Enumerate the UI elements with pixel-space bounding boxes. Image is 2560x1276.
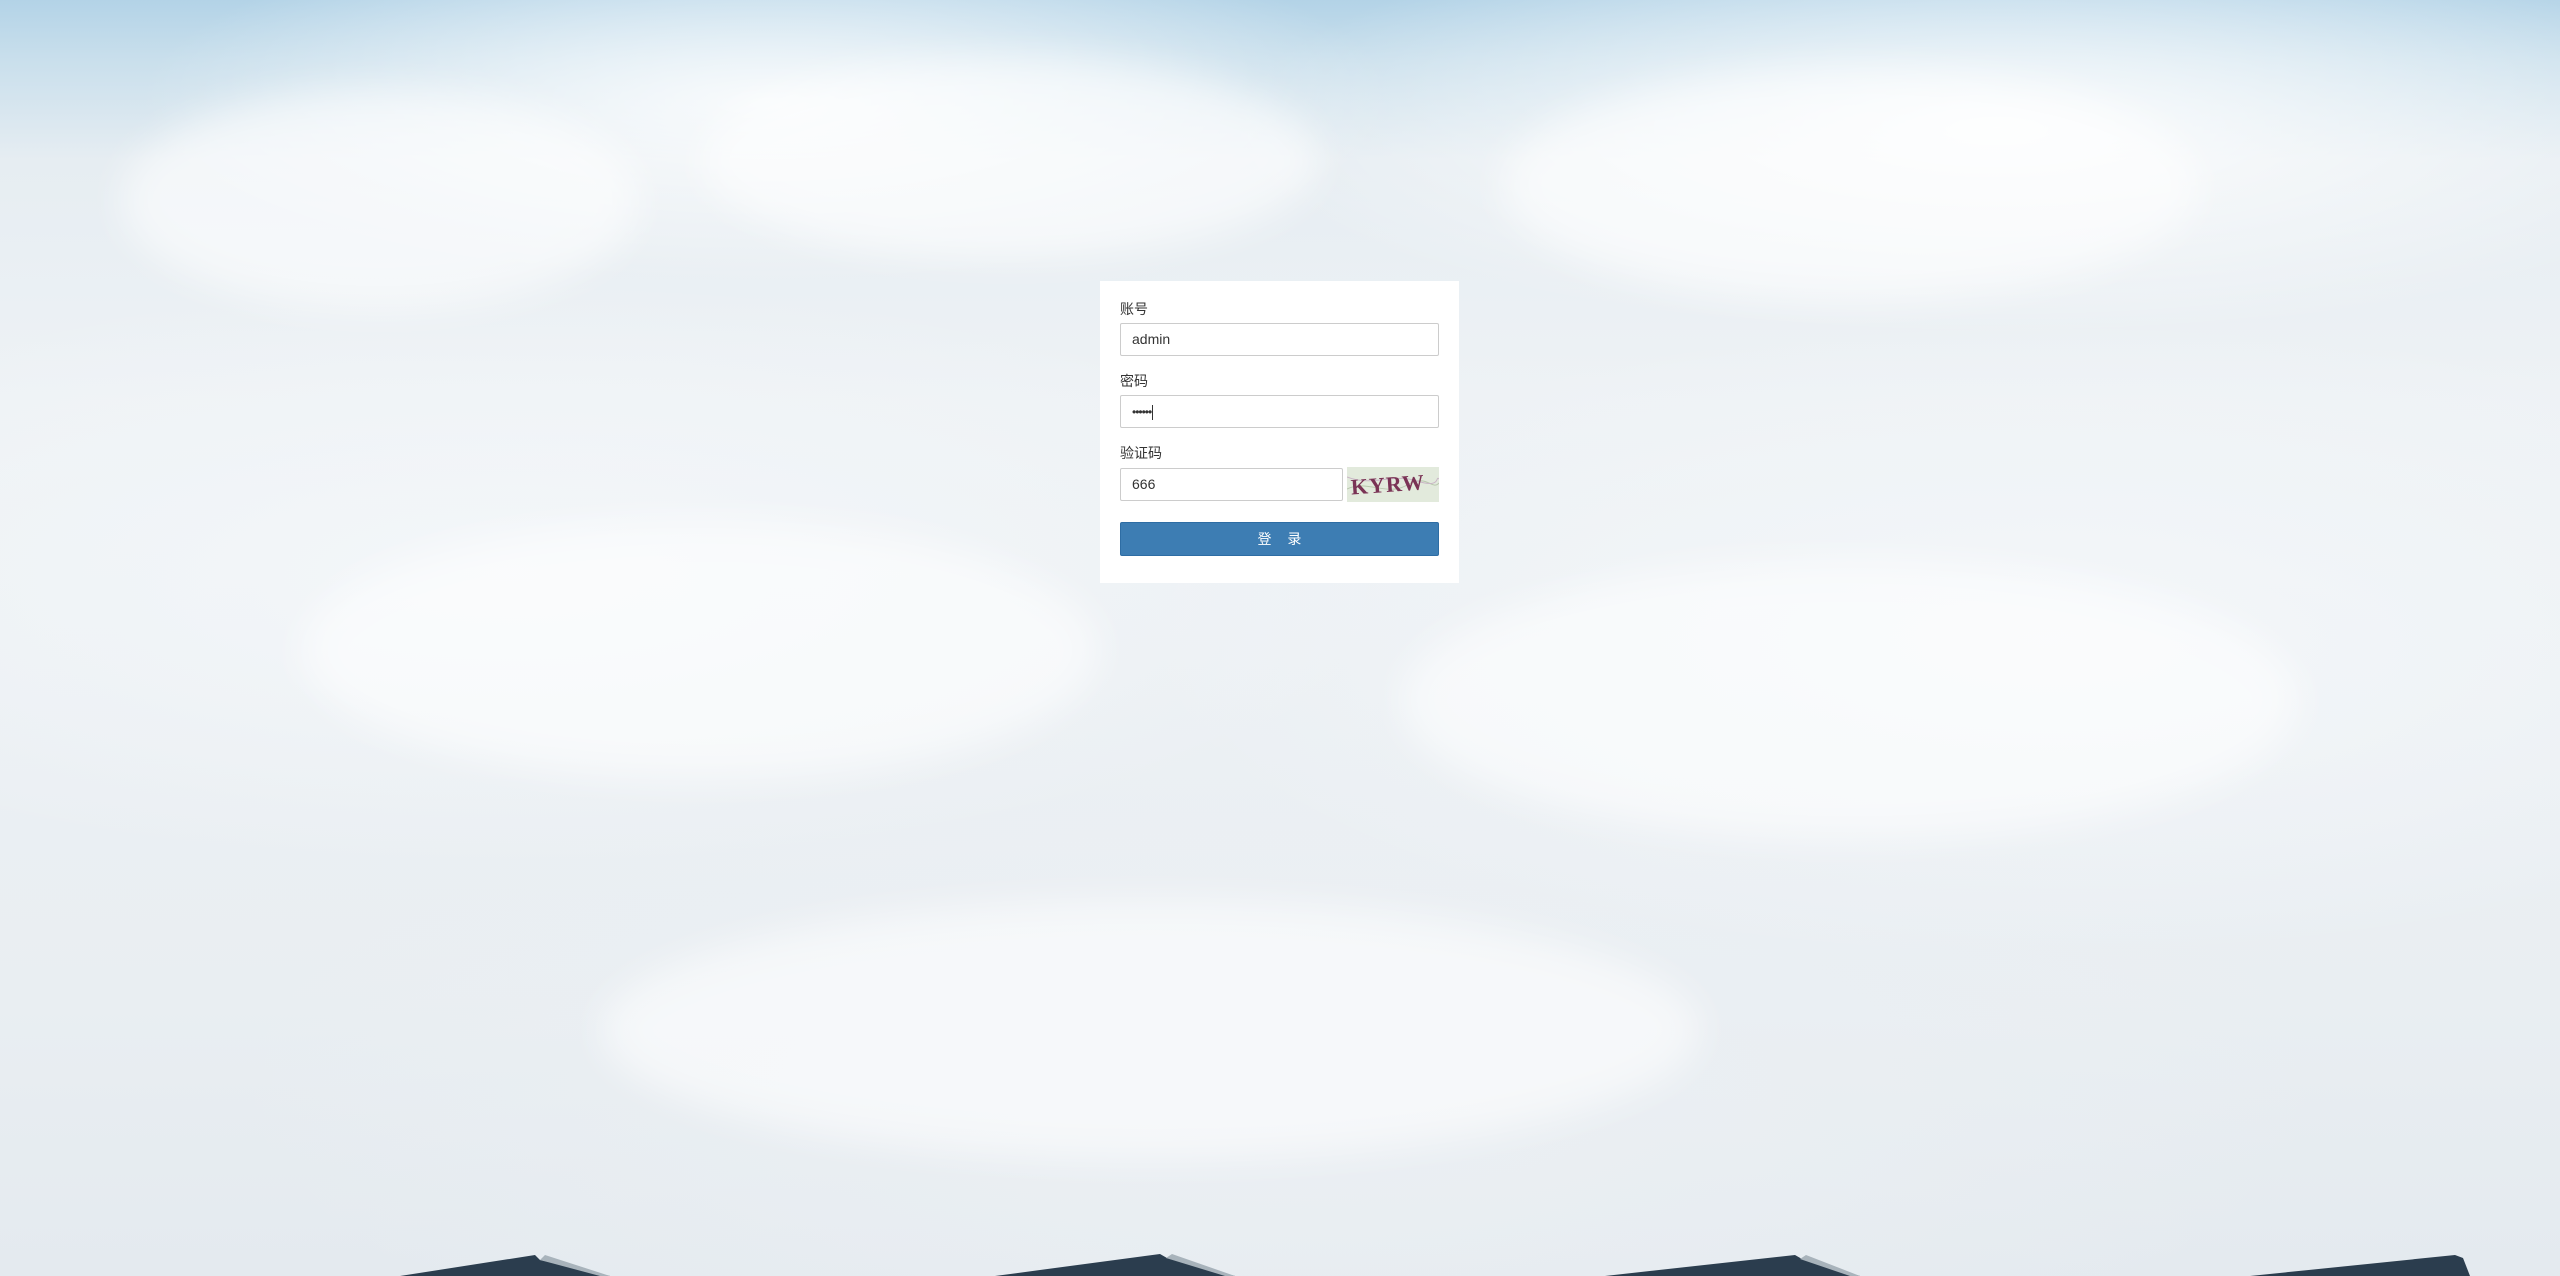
rooftops-silhouette [400, 1254, 2470, 1276]
login-card: 账号 admin 密码 •••••• 验证码 666 KYRW 登 录 [1100, 281, 1459, 583]
login-button[interactable]: 登 录 [1120, 522, 1439, 556]
cloud-background [0, 0, 2560, 1276]
password-input-value: •••••• [1132, 405, 1152, 419]
captcha-row: 666 KYRW [1120, 467, 1439, 502]
captcha-image-graphic: KYRW [1347, 467, 1439, 502]
password-input[interactable]: •••••• [1120, 395, 1439, 428]
account-label: 账号 [1120, 301, 1148, 317]
captcha-input[interactable]: 666 [1120, 468, 1343, 501]
captcha-image-text: KYRW [1350, 469, 1426, 499]
captcha-input-value: 666 [1132, 476, 1156, 492]
captcha-image[interactable]: KYRW [1347, 467, 1439, 502]
captcha-label: 验证码 [1120, 445, 1162, 461]
account-input[interactable]: admin [1120, 323, 1439, 356]
password-label: 密码 [1120, 373, 1148, 389]
text-caret [1152, 404, 1154, 420]
account-input-value: admin [1132, 331, 1171, 347]
